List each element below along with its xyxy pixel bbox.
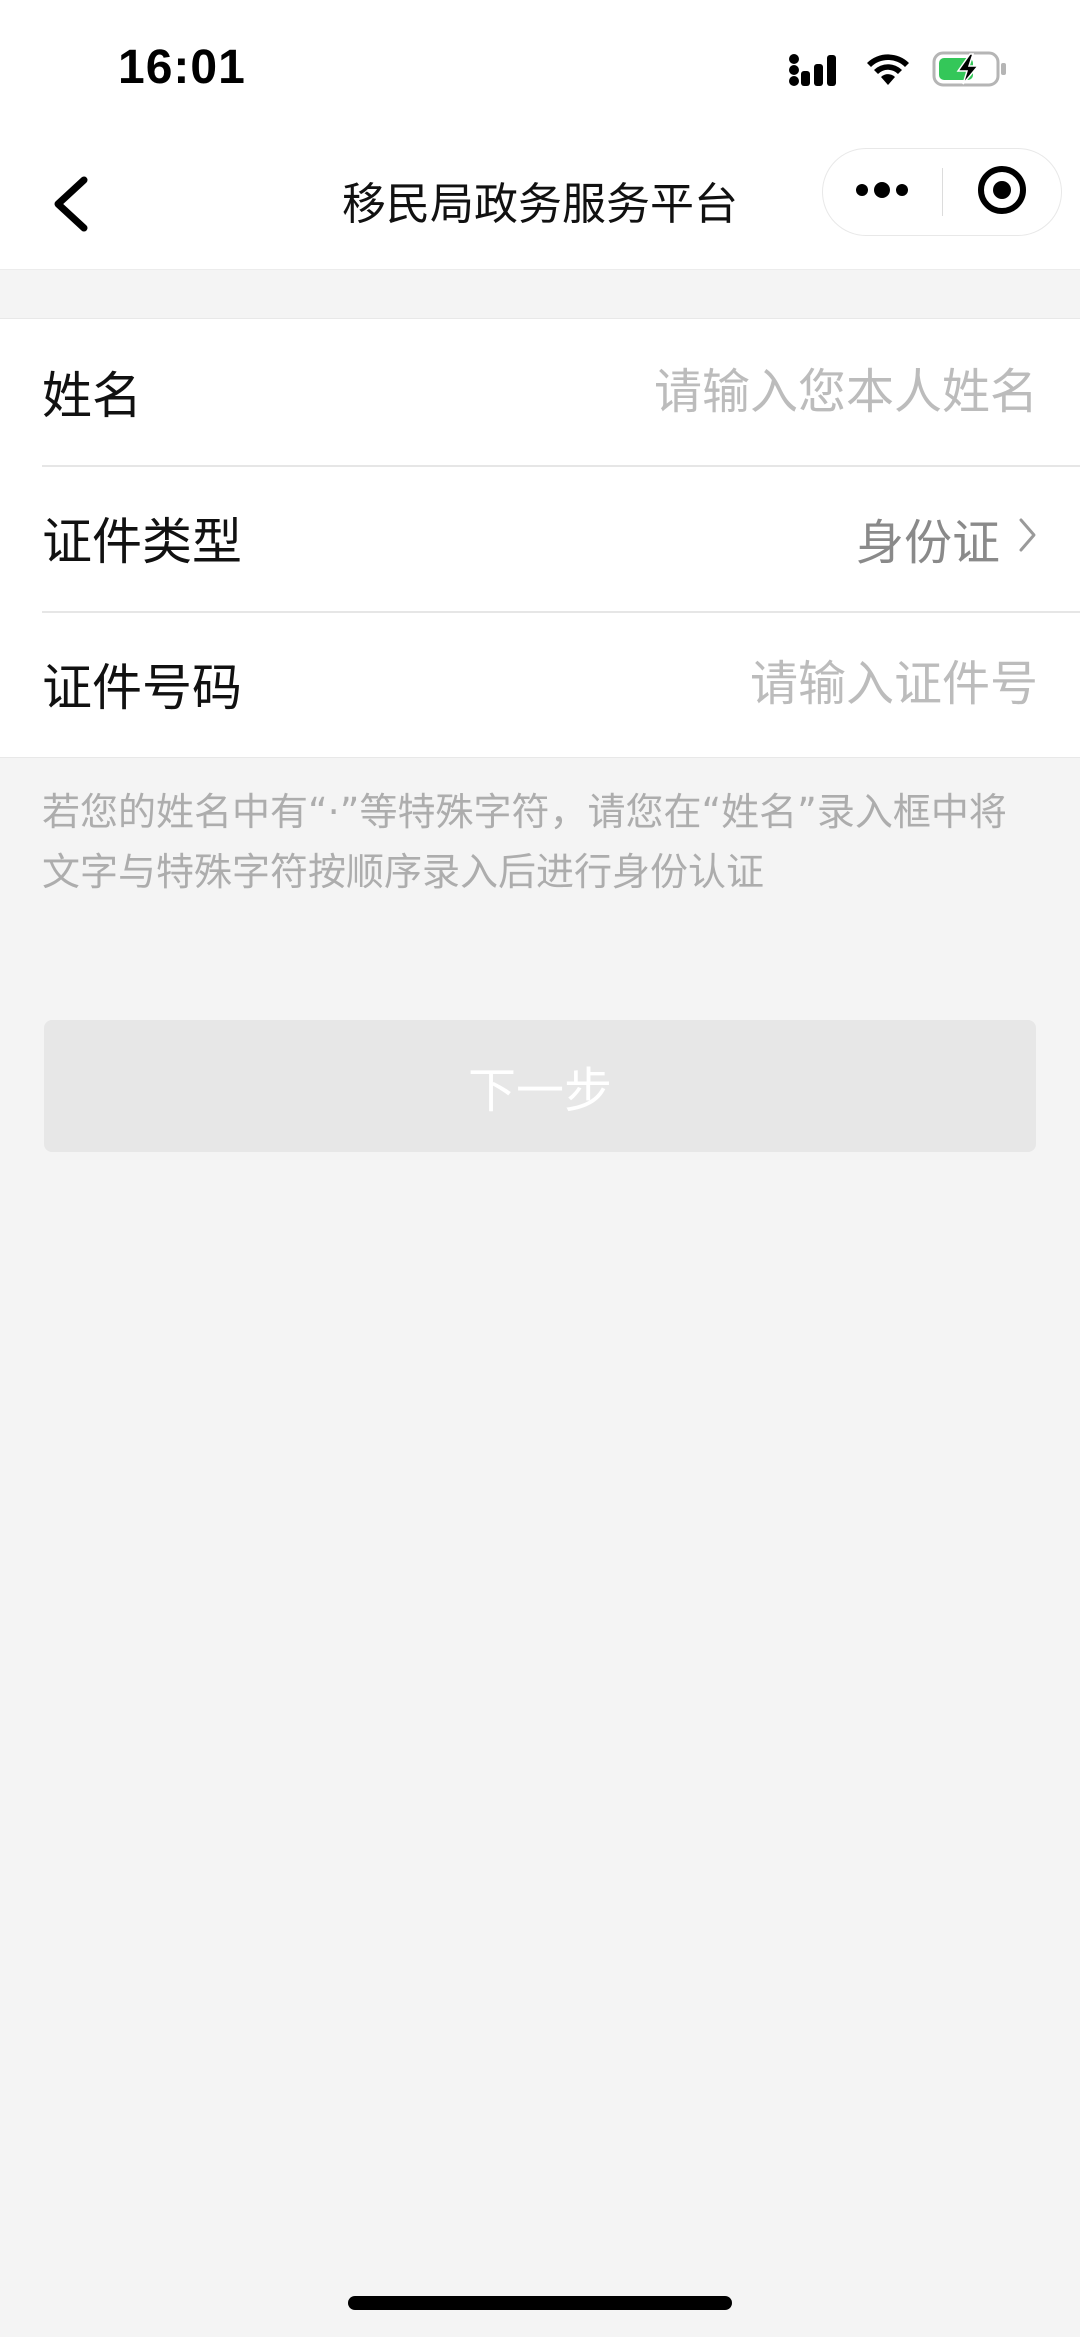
wifi-icon	[864, 51, 912, 91]
home-indicator[interactable]	[348, 2296, 732, 2310]
nav-bar: 移民局政务服务平台	[0, 140, 1080, 270]
id-type-value: 身份证	[855, 515, 1000, 571]
status-bar: 16:01	[0, 0, 1080, 140]
id-type-label: 证件类型	[42, 513, 242, 571]
mini-program-capsule	[822, 148, 1062, 236]
name-input[interactable]	[172, 364, 1038, 420]
screen: 16:01 移民局政务服务平台 姓名 请输入您本人姓名 证件类型 身份证 证件号…	[0, 0, 1080, 2337]
id-type-row[interactable]: 证件类型 身份证	[0, 465, 1080, 611]
more-dots-icon	[854, 180, 910, 204]
identity-form: 姓名 证件类型 身份证 证件号码	[0, 318, 1080, 758]
status-icons	[788, 50, 1008, 92]
close-miniprogram-button[interactable]	[943, 149, 1062, 235]
name-label: 姓名	[42, 367, 142, 425]
next-button[interactable]: 下一步	[44, 1020, 1036, 1152]
id-number-input[interactable]	[272, 656, 1038, 712]
special-char-hint: 若您的姓名中有“·”等特殊字符，请您在“姓名”录入框中将文字与特殊字符按顺序录入…	[42, 790, 1007, 894]
cellular-signal-icon	[788, 51, 844, 91]
id-number-label: 证件号码	[42, 659, 242, 717]
battery-charging-icon	[932, 50, 1008, 92]
id-number-row: 证件号码	[0, 611, 1080, 757]
more-button[interactable]	[823, 149, 942, 235]
target-close-icon	[976, 164, 1028, 220]
status-time: 16:01	[118, 41, 246, 94]
id-type-select[interactable]: 身份证	[856, 503, 1038, 573]
name-row: 姓名	[0, 319, 1080, 465]
chevron-right-icon	[1018, 510, 1038, 566]
